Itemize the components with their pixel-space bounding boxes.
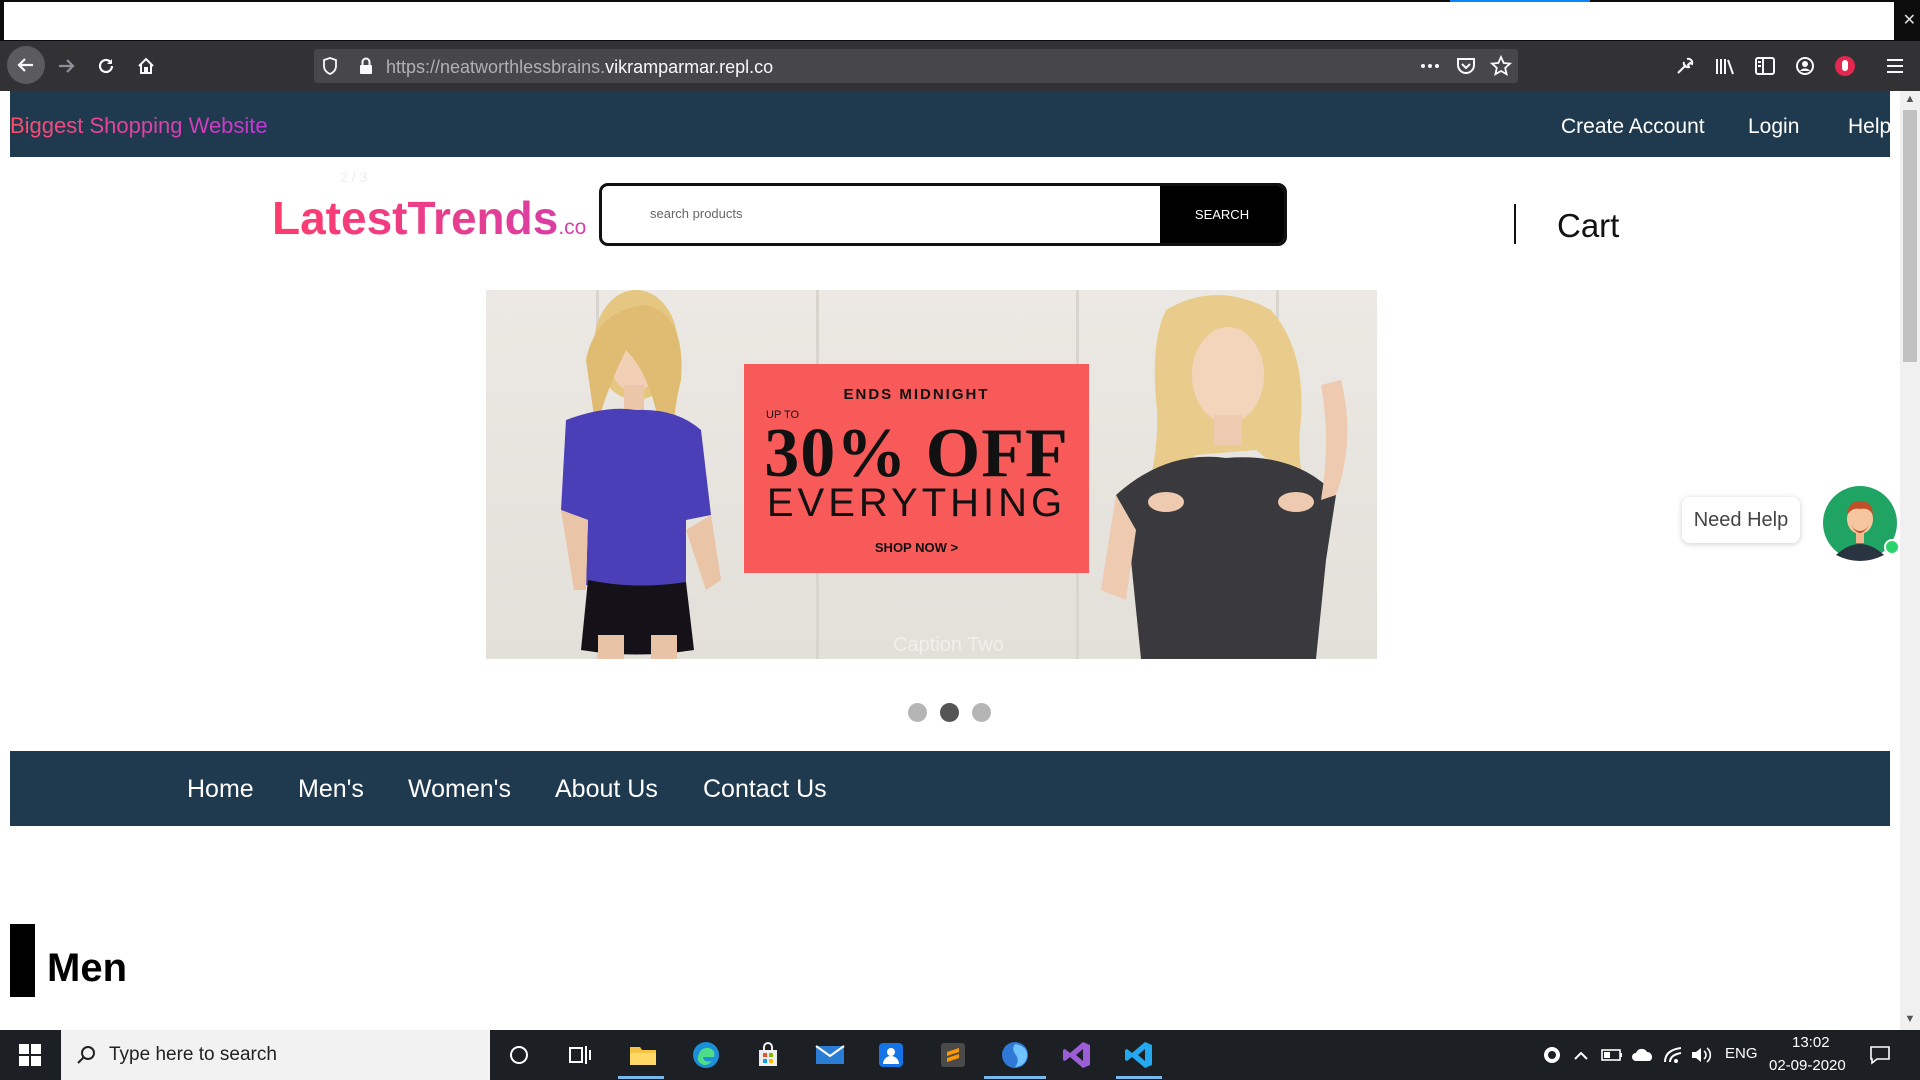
forward-arrow-icon <box>59 59 75 73</box>
account-icon[interactable] <box>1793 54 1817 78</box>
cart-divider <box>1514 204 1516 244</box>
carousel-dot-2[interactable] <box>940 703 959 722</box>
edge-browser-icon[interactable] <box>686 1037 726 1073</box>
browser-tabstrip: ✕ <box>0 0 1920 41</box>
windows-start-icon[interactable] <box>10 1037 50 1073</box>
close-icon[interactable]: ✕ <box>1903 10 1916 30</box>
clock-date[interactable]: 02-09-2020 <box>1769 1057 1846 1074</box>
notifications-icon[interactable] <box>1860 1037 1900 1073</box>
pocket-icon[interactable] <box>1454 54 1478 78</box>
tab-loading-indicator <box>1450 0 1590 2</box>
library-icon[interactable] <box>1713 54 1737 78</box>
back-arrow-icon <box>17 58 33 72</box>
promo-subline: EVERYTHING <box>766 481 1067 525</box>
url-host: vikramparmar.repl.co <box>605 57 774 77</box>
carousel-dot-3[interactable] <box>972 703 991 722</box>
search-button[interactable]: SEARCH <box>1160 186 1284 243</box>
site-logo[interactable]: LatestTrends.co <box>272 191 586 245</box>
store-icon[interactable] <box>748 1037 788 1073</box>
active-app-indicator <box>618 1076 664 1079</box>
reload-icon <box>98 58 114 74</box>
section-accent-bar <box>10 924 35 997</box>
active-app-indicator <box>984 1076 1046 1079</box>
help-agent-avatar-icon[interactable] <box>1822 485 1898 561</box>
section-title: Men <box>47 946 127 990</box>
search-box: SEARCH <box>599 183 1287 246</box>
lock-icon[interactable] <box>354 54 378 78</box>
scroll-down-icon[interactable]: ▼ <box>1903 1013 1917 1027</box>
extension-icon[interactable] <box>1833 54 1857 78</box>
home-icon <box>138 57 154 74</box>
site-tagline[interactable]: Biggest Shopping Website <box>10 113 268 139</box>
vs-code-icon[interactable] <box>1119 1037 1159 1073</box>
more-actions-icon[interactable] <box>1418 54 1442 78</box>
web-page: Biggest Shopping Website Create Account … <box>0 91 1900 1030</box>
volume-icon[interactable] <box>1681 1037 1721 1073</box>
shop-now-link[interactable]: SHOP NOW > <box>744 540 1089 555</box>
url-prefix: https://neatworthlessbrains. <box>386 57 606 77</box>
sublime-text-icon[interactable] <box>933 1037 973 1073</box>
taskbar-search-placeholder: Type here to search <box>109 1044 277 1065</box>
model-left-image <box>561 290 721 659</box>
user-app-icon[interactable] <box>871 1037 911 1073</box>
firefox-icon[interactable] <box>995 1037 1035 1073</box>
nav-home[interactable]: Home <box>187 775 254 804</box>
logo-suffix: .co <box>558 216 587 239</box>
url-text[interactable]: https://neatworthlessbrains.vikramparmar… <box>386 57 773 78</box>
logo-main: LatestTrends <box>272 192 559 244</box>
carousel-indicators <box>908 703 991 722</box>
reload-button[interactable] <box>89 49 123 83</box>
nav-contact-us[interactable]: Contact Us <box>703 775 827 804</box>
nav-womens[interactable]: Women's <box>408 775 511 804</box>
cart-link[interactable]: Cart <box>1557 207 1619 245</box>
help-link[interactable]: Help <box>1848 115 1891 139</box>
main-nav: Home Men's Women's About Us Contact Us <box>10 751 1890 826</box>
forward-button[interactable] <box>49 49 83 83</box>
carousel-dot-1[interactable] <box>908 703 927 722</box>
scrollbar-thumb[interactable] <box>1903 110 1917 362</box>
nav-about-us[interactable]: About Us <box>555 775 658 804</box>
back-button[interactable] <box>7 46 45 84</box>
sidebar-icon[interactable] <box>1753 54 1777 78</box>
language-indicator[interactable]: ENG <box>1725 1045 1758 1062</box>
login-link[interactable]: Login <box>1748 115 1799 139</box>
bookmark-star-icon[interactable] <box>1489 54 1513 78</box>
browser-tab[interactable] <box>4 2 1894 40</box>
promo-banner[interactable]: ENDS MIDNIGHT UP TO 30% OFF EVERYTHING S… <box>486 290 1377 659</box>
nav-mens[interactable]: Men's <box>298 775 364 804</box>
search-input[interactable] <box>650 206 1110 221</box>
model-right-image <box>1101 295 1348 659</box>
active-app-indicator <box>1116 1076 1162 1079</box>
need-help-bubble[interactable]: Need Help <box>1682 497 1800 543</box>
screen: ✕ https://neatworthlessbrains.vikramparm… <box>0 0 1920 1080</box>
home-button[interactable] <box>129 49 163 83</box>
clock-time[interactable]: 13:02 <box>1792 1034 1830 1051</box>
cortana-icon[interactable] <box>499 1037 539 1073</box>
search-icon <box>66 1037 106 1073</box>
wrench-icon[interactable] <box>1673 54 1697 78</box>
visual-studio-icon[interactable] <box>1057 1037 1097 1073</box>
promo-ends-text: ENDS MIDNIGHT <box>843 386 990 403</box>
task-view-icon[interactable] <box>560 1037 600 1073</box>
file-explorer-icon[interactable] <box>623 1037 663 1073</box>
banner-caption: Caption Two <box>893 634 1004 656</box>
create-account-link[interactable]: Create Account <box>1561 115 1705 139</box>
mail-icon[interactable] <box>810 1037 850 1073</box>
promo-card[interactable]: ENDS MIDNIGHT UP TO 30% OFF EVERYTHING S… <box>744 364 1089 573</box>
tracking-shield-icon[interactable] <box>318 54 342 78</box>
top-bar: Biggest Shopping Website Create Account … <box>10 91 1891 157</box>
faint-slide-counter: 2 / 3 <box>340 169 368 185</box>
menu-icon[interactable] <box>1883 54 1907 78</box>
scroll-up-icon[interactable]: ▲ <box>1903 93 1917 107</box>
